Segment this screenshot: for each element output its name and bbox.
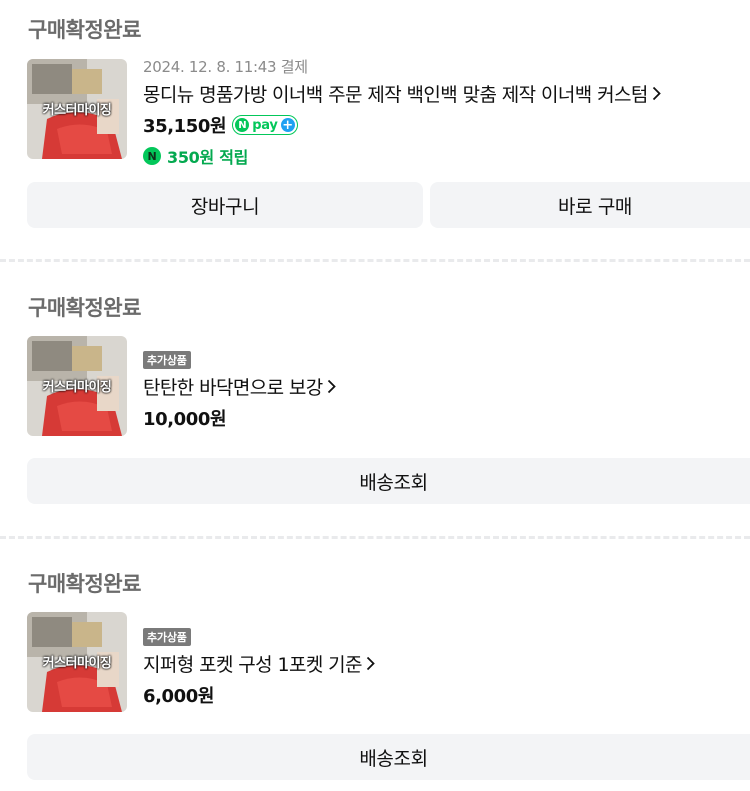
track-delivery-button[interactable]: 배송조회 (27, 458, 750, 504)
product-name-link[interactable]: 지퍼형 포켓 구성 1포켓 기준 (143, 650, 375, 677)
thumbnail-caption: 커스터마이징 (42, 103, 112, 118)
order-card: 구매확정완료 커스터마이징 추가상품 탄탄한 바닥면으로 보강 10,000원 … (0, 262, 750, 534)
order-meta: 2024. 12. 8. 11:43 결제 몽디뉴 명품가방 이너백 주문 제작… (143, 56, 661, 168)
additional-product-tag: 추가상품 (143, 351, 191, 369)
product-name: 지퍼형 포켓 구성 1포켓 기준 (143, 654, 363, 676)
thumbnail-caption: 커스터마이징 (42, 380, 112, 395)
npay-badge-icon: Npay + (232, 115, 298, 135)
product-price: 10,000원 (143, 409, 227, 430)
order-history-page: 구매확정완료 커스터마이징 2024. 12. 8. 11:43 결제 몽디뉴 … (0, 0, 750, 791)
order-status: 구매확정완료 (28, 572, 141, 596)
order-card: 구매확정완료 커스터마이징 2024. 12. 8. 11:43 결제 몽디뉴 … (0, 0, 750, 258)
add-to-cart-button[interactable]: 장바구니 (27, 182, 423, 228)
price-row: 35,150원 Npay + (143, 112, 661, 138)
product-thumbnail[interactable]: 커스터마이징 (27, 59, 127, 159)
buy-now-button[interactable]: 바로 구매 (430, 182, 750, 228)
chevron-right-icon (366, 654, 375, 676)
chevron-right-icon (652, 84, 661, 106)
chevron-right-icon (327, 377, 336, 399)
order-card: 구매확정완료 커스터마이징 추가상품 지퍼형 포켓 구성 1포켓 기준 6,00… (0, 539, 750, 791)
points-earned: 350원 적립 (167, 148, 249, 167)
order-meta: 추가상품 지퍼형 포켓 구성 1포켓 기준 6,000원 (143, 626, 375, 708)
product-name: 몽디뉴 명품가방 이너백 주문 제작 백인백 맞춤 제작 이너백 커스텀 (143, 84, 648, 106)
payment-date: 2024. 12. 8. 11:43 결제 (143, 58, 308, 76)
product-thumbnail[interactable]: 커스터마이징 (27, 612, 127, 712)
product-name-link[interactable]: 탄탄한 바닥면으로 보강 (143, 373, 336, 400)
product-price: 35,150원 (143, 116, 227, 137)
product-price: 6,000원 (143, 686, 215, 707)
additional-product-tag: 추가상품 (143, 628, 191, 646)
order-status: 구매확정완료 (28, 296, 141, 320)
product-name: 탄탄한 바닥면으로 보강 (143, 377, 323, 399)
product-thumbnail[interactable]: 커스터마이징 (27, 336, 127, 436)
track-delivery-button[interactable]: 배송조회 (27, 734, 750, 780)
naver-points-icon: N (143, 147, 161, 165)
order-meta: 추가상품 탄탄한 바닥면으로 보강 10,000원 (143, 349, 336, 431)
order-status: 구매확정완료 (28, 18, 141, 42)
thumbnail-caption: 커스터마이징 (42, 656, 112, 671)
product-name-link[interactable]: 몽디뉴 명품가방 이너백 주문 제작 백인백 맞춤 제작 이너백 커스텀 (143, 80, 661, 107)
points-row: N 350원 적립 (143, 144, 661, 168)
